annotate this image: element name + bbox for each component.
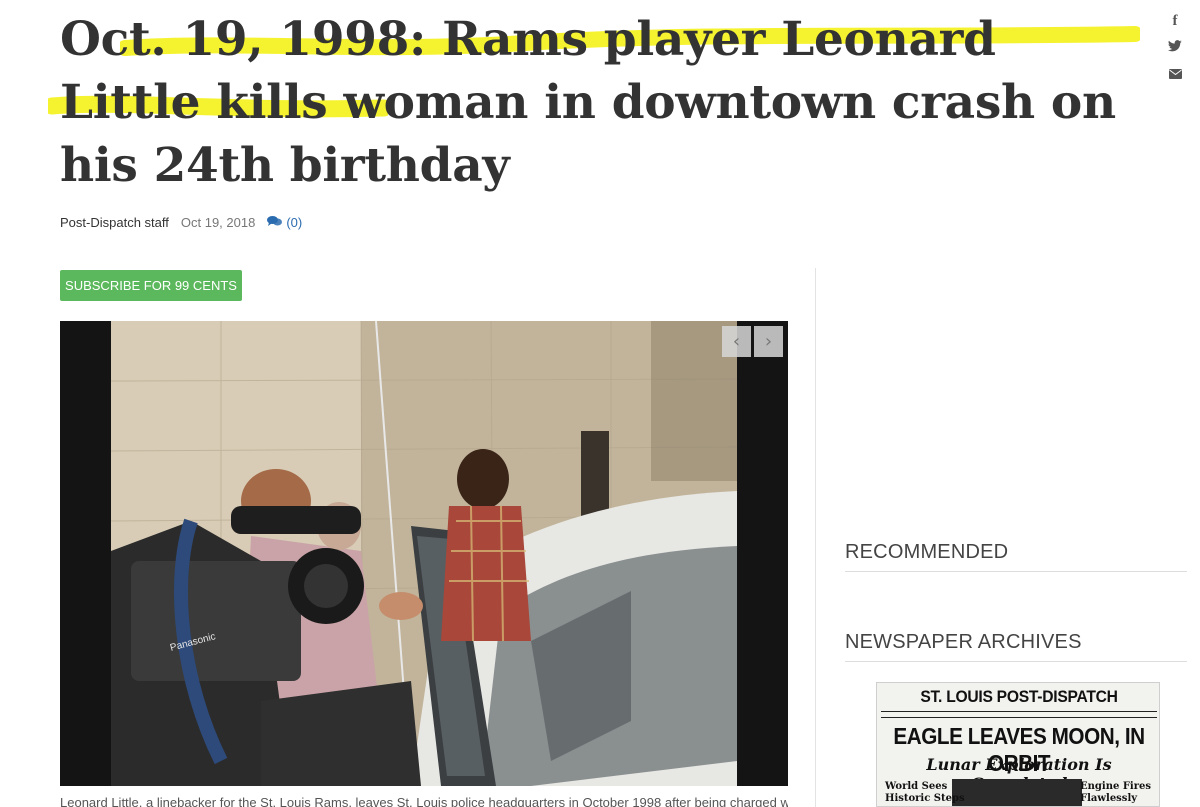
archive-right-story: Engine Fires Flawlessly	[1080, 781, 1151, 804]
comments-link[interactable]: (0)	[267, 215, 302, 230]
newspaper-archives-heading: NEWSPAPER ARCHIVES	[845, 631, 1187, 662]
comments-count: (0)	[286, 215, 303, 230]
chevron-right-icon: ›	[764, 331, 773, 352]
archive-front-page[interactable]: ST. LOUIS POST-DISPATCH EAGLE LEAVES MOO…	[876, 682, 1160, 807]
archive-masthead: ST. LOUIS POST-DISPATCH	[920, 687, 1118, 706]
photo-caption: Leonard Little, a linebacker for the St.…	[60, 795, 788, 807]
facebook-icon[interactable]: f	[1160, 8, 1190, 35]
article-photo[interactable]: Panasonic	[111, 321, 737, 786]
archive-left-story: World Sees Historic Steps	[885, 781, 965, 804]
page-title: Oct. 19, 1998: Rams player Leonard Littl…	[60, 12, 1116, 193]
chevron-left-icon: ‹	[732, 331, 741, 352]
subscribe-button[interactable]: SUBSCRIBE FOR 99 CENTS	[60, 270, 242, 301]
gallery-next-button[interactable]: ›	[754, 326, 783, 357]
share-bar: f	[1160, 8, 1190, 89]
twitter-icon[interactable]	[1160, 35, 1190, 62]
column-divider	[815, 268, 816, 807]
byline: Post-Dispatch staff Oct 19, 2018 (0)	[60, 215, 302, 230]
email-icon[interactable]	[1160, 62, 1190, 89]
recommended-heading: RECOMMENDED	[845, 541, 1187, 572]
publish-date: Oct 19, 2018	[180, 215, 256, 230]
gallery-prev-button[interactable]: ‹	[722, 326, 751, 357]
archive-rule	[881, 711, 1157, 718]
photo-gallery: Panasonic ‹ ›	[60, 321, 788, 786]
archive-photo	[952, 779, 1082, 806]
author-link[interactable]: Post-Dispatch staff	[60, 215, 169, 230]
headline-block: Oct. 19, 1998: Rams player Leonard Littl…	[48, 8, 1140, 197]
comments-icon	[267, 215, 283, 230]
